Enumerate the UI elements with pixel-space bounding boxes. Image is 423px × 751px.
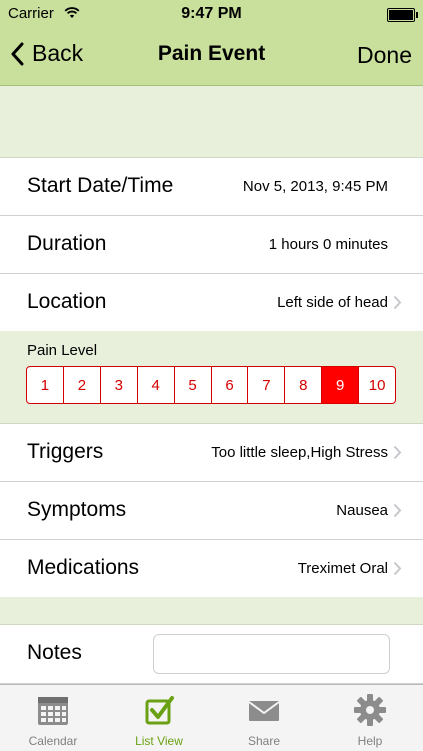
pain-level-3[interactable]: 3 [101,367,138,403]
location-row[interactable]: Location Left side of head [0,274,423,332]
pain-level-9[interactable]: 9 [322,367,360,403]
tab-share-label: Share [247,734,281,748]
symptoms-row[interactable]: Symptoms Nausea [0,482,423,540]
triggers-value: Too little sleep,High Stress [211,444,388,461]
pain-level-1[interactable]: 1 [27,367,64,403]
navigation-header: Carrier 9:47 PM Back Pain Event Done [0,0,423,86]
section-spacer [0,597,423,625]
location-label: Location [27,290,107,313]
notes-row: Notes [0,625,423,684]
gear-icon [354,694,386,726]
calendar-icon [38,697,68,725]
tab-bar: Calendar List View Share Help [0,684,423,751]
start-datetime-value: Nov 5, 2013, 9:45 PM [242,178,388,195]
tab-calendar-label: Calendar [28,734,78,748]
notes-input[interactable] [153,634,390,674]
pain-level-selector: 1 2 3 4 5 6 7 8 9 10 [26,366,396,404]
chevron-right-icon [393,561,402,576]
chevron-right-icon [393,503,402,518]
duration-row[interactable]: Duration 1 hours 0 minutes [0,216,423,274]
done-button[interactable]: Done [357,42,412,69]
section-spacer [0,86,423,158]
tab-help[interactable]: Help [317,685,423,751]
nav-bar: Back Pain Event Done [0,28,423,84]
triggers-label: Triggers [27,440,104,463]
medications-row[interactable]: Medications Treximet Oral [0,540,423,598]
pain-level-8[interactable]: 8 [285,367,323,403]
pain-level-4[interactable]: 4 [138,367,175,403]
tab-share[interactable]: Share [211,685,317,751]
clock: 9:47 PM [181,5,242,22]
symptoms-value: Nausea [336,502,388,519]
pain-level-2[interactable]: 2 [64,367,101,403]
medications-value: Treximet Oral [297,560,388,577]
start-datetime-label: Start Date/Time [27,174,174,197]
symptoms-label: Symptoms [27,498,127,521]
tab-list-view-label: List View [135,734,183,748]
duration-value: 1 hours 0 minutes [268,236,388,253]
chevron-right-icon [393,295,402,310]
tab-calendar[interactable]: Calendar [0,685,106,751]
start-datetime-row[interactable]: Start Date/Time Nov 5, 2013, 9:45 PM [0,158,423,216]
duration-label: Duration [27,232,107,255]
pain-level-section: Pain Level 1 2 3 4 5 6 7 8 9 10 [0,331,423,424]
pain-level-5[interactable]: 5 [175,367,212,403]
pain-level-label: Pain Level [27,342,98,359]
envelope-icon [248,701,280,721]
tab-help-label: Help [357,734,383,748]
battery-icon [387,8,418,22]
notes-label: Notes [27,641,82,664]
tab-list-view[interactable]: List View [106,685,212,751]
checkbox-icon [145,696,174,725]
location-value: Left side of head [277,294,388,311]
pain-level-6[interactable]: 6 [212,367,249,403]
pain-level-10[interactable]: 10 [359,367,395,403]
medications-label: Medications [27,556,140,579]
chevron-right-icon [393,445,402,460]
status-bar: Carrier 9:47 PM [0,0,423,28]
triggers-row[interactable]: Triggers Too little sleep,High Stress [0,424,423,482]
pain-level-7[interactable]: 7 [248,367,286,403]
